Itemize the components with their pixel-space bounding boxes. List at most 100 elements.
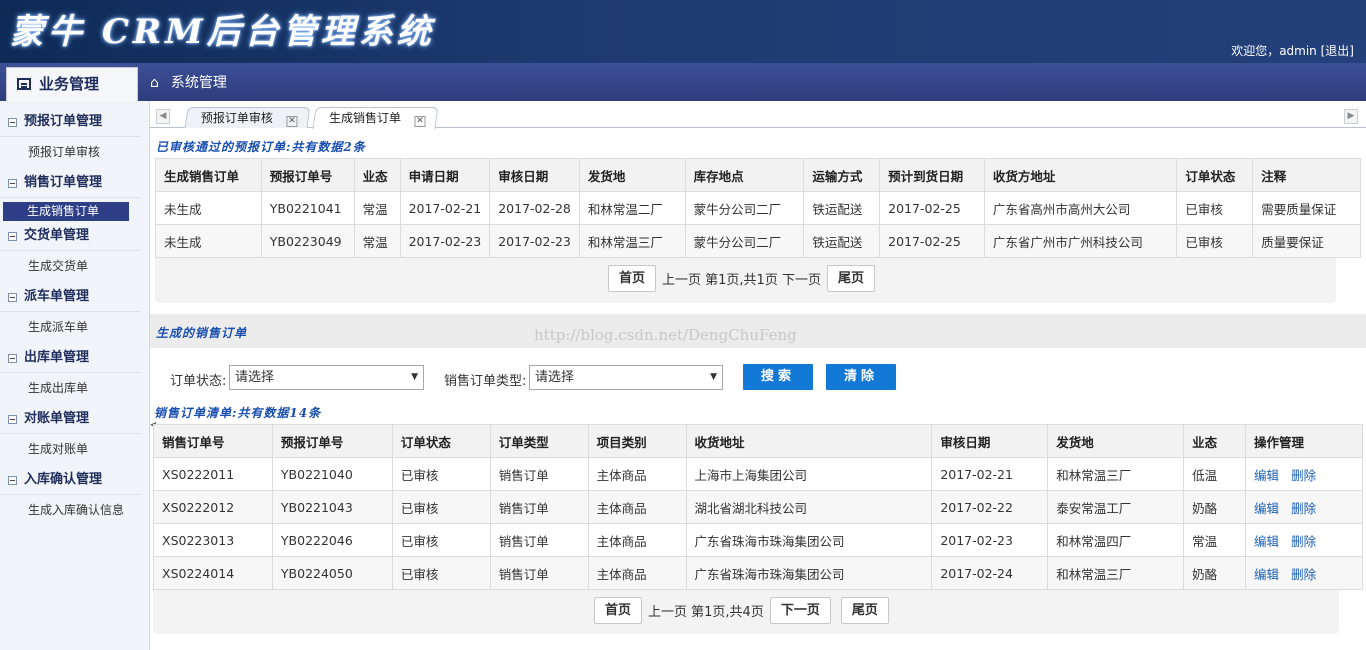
search-button[interactable]: 搜索 <box>743 364 813 390</box>
last-page-button[interactable]: 尾页 <box>826 265 875 292</box>
sidebar-item[interactable]: 生成销售订单 <box>3 202 129 221</box>
generate-status-link[interactable]: 未生成 <box>155 191 262 225</box>
first-page-button[interactable]: 首页 <box>608 265 657 292</box>
sales-orders-table: 销售订单号 预报订单号 订单状态 订单类型 项目类别 收货地址 审核日期 发货地 业态 操作管理 X… <box>153 424 1363 590</box>
table-cell: 常温 <box>1183 523 1247 557</box>
table-cell: YB0221040 <box>271 457 393 491</box>
sidebar-group[interactable]: 出库单管理 <box>0 343 141 373</box>
order-status-select[interactable]: 请选择 ▼ <box>229 365 424 390</box>
order-type-label: 销售订单类型: <box>444 374 527 389</box>
collapse-minus-icon[interactable] <box>8 354 17 363</box>
edit-link[interactable]: 编辑 <box>1254 567 1279 582</box>
edit-link[interactable]: 编辑 <box>1254 501 1279 516</box>
sidebar-group-label: 销售订单管理 <box>24 175 103 190</box>
order-status-value: 请选择 <box>235 370 275 385</box>
column-header: 订单类型 <box>489 424 589 458</box>
delete-link[interactable]: 删除 <box>1291 534 1316 549</box>
column-header: 项目类别 <box>587 424 687 458</box>
table-cell: 奶酪 <box>1183 556 1247 590</box>
table-cell: 需要质量保证 <box>1252 191 1361 225</box>
sidebar-item[interactable]: 生成派车单 <box>0 312 149 343</box>
last-page-button[interactable]: 尾页 <box>840 597 889 624</box>
table-cell: 和林常温四厂 <box>1047 523 1185 557</box>
collapse-minus-icon[interactable] <box>8 179 17 188</box>
table-cell: 和林常温三厂 <box>1047 457 1185 491</box>
collapse-minus-icon[interactable] <box>8 415 17 424</box>
table-cell: 质量要保证 <box>1252 224 1361 258</box>
column-header: 库存地点 <box>684 158 805 192</box>
table-cell: 主体商品 <box>587 457 687 491</box>
pager-2: 首页 上一页 第1页,共4页 下一页 尾页 <box>594 597 889 624</box>
table-cell: 和林常温三厂 <box>1047 556 1185 590</box>
nav-tab-system[interactable]: ⌂ 系统管理 <box>150 69 227 97</box>
edit-link[interactable]: 编辑 <box>1254 534 1279 549</box>
sidebar-group[interactable]: 预报订单管理 <box>0 107 141 137</box>
table-cell: 主体商品 <box>587 523 687 557</box>
sidebar-group[interactable]: 入库确认管理 <box>0 465 141 495</box>
table-cell: 已审核 <box>391 490 491 524</box>
table-row: XS0222012 YB0221043 已审核 销售订单 主体商品 湖北省湖北科技公司 20… <box>153 490 1363 524</box>
table-cell: YB0223049 <box>260 224 355 258</box>
column-header: 业态 <box>353 158 401 192</box>
sidebar-item[interactable]: 生成出库单 <box>0 373 149 404</box>
tab-generate-sales-order[interactable]: 生成销售订单 ✕ <box>312 107 439 129</box>
column-header: 发货地 <box>578 158 686 192</box>
collapse-minus-icon[interactable] <box>8 118 17 127</box>
order-type-value: 请选择 <box>535 370 575 385</box>
table-row: XS0222011 YB0221040 已审核 销售订单 主体商品 上海市上海集团公司 20… <box>153 457 1363 491</box>
table-cell: 蒙牛分公司二厂 <box>684 191 805 225</box>
table-cell: 销售订单 <box>489 490 589 524</box>
collapse-minus-icon[interactable] <box>8 232 17 241</box>
sidebar-item[interactable]: 预报订单审核 <box>0 137 149 168</box>
sidebar-group[interactable]: 对账单管理 <box>0 404 141 434</box>
first-page-button[interactable]: 首页 <box>594 597 643 624</box>
sidebar-group[interactable]: 销售订单管理 <box>0 168 141 198</box>
table-row: 未生成 YB0223049 常温 2017-02-23 2017-02-23 和林常温三厂… <box>155 224 1361 258</box>
actions-cell: 编辑 删除 <box>1245 457 1363 491</box>
delete-link[interactable]: 删除 <box>1291 468 1316 483</box>
table-cell: 2017-02-21 <box>931 457 1049 491</box>
actions-cell: 编辑 删除 <box>1245 490 1363 524</box>
table-cell: 泰安常温工厂 <box>1047 490 1185 524</box>
delete-link[interactable]: 删除 <box>1291 501 1316 516</box>
column-header: 审核日期 <box>931 424 1049 458</box>
generated-orders-title: 生成的销售订单 <box>156 326 248 340</box>
column-header: 操作管理 <box>1245 424 1363 458</box>
welcome-area: 欢迎您，admin [退出] <box>1231 42 1354 59</box>
column-header: 收货地址 <box>685 424 933 458</box>
column-header: 生成销售订单 <box>155 158 262 192</box>
sidebar-item[interactable]: 生成交货单 <box>0 251 149 282</box>
table-cell: 和林常温二厂 <box>578 191 686 225</box>
order-type-select[interactable]: 请选择 ▼ <box>529 365 723 390</box>
tab-forecast-review[interactable]: 预报订单审核 ✕ <box>184 107 311 128</box>
collapse-minus-icon[interactable] <box>8 476 17 485</box>
sidebar-group-label: 对账单管理 <box>24 411 90 426</box>
edit-link[interactable]: 编辑 <box>1254 468 1279 483</box>
table-header-row: 销售订单号 预报订单号 订单状态 订单类型 项目类别 收货地址 审核日期 发货地 业态 操作管理 <box>153 424 1363 458</box>
sales-order-list-title: 销售订单清单:共有数据14条 <box>154 406 322 420</box>
generate-status-link[interactable]: 未生成 <box>155 224 262 258</box>
close-icon[interactable]: ✕ <box>286 116 298 127</box>
sidebar-group-label: 交货单管理 <box>24 228 90 243</box>
sidebar-group-label: 出库单管理 <box>24 350 90 365</box>
tab-scroll-right-icon[interactable]: ▶ <box>1344 109 1358 124</box>
table-cell: 2017-02-23 <box>489 224 580 258</box>
clear-button[interactable]: 清除 <box>826 364 896 390</box>
table-cell: XS0224014 <box>153 556 273 590</box>
close-icon[interactable]: ✕ <box>414 116 426 127</box>
next-page-button[interactable]: 下一页 <box>769 597 831 624</box>
sidebar-group-label: 入库确认管理 <box>24 472 103 487</box>
sidebar-item[interactable]: 生成入库确认信息 <box>0 495 149 526</box>
column-header: 订单状态 <box>391 424 491 458</box>
sidebar-item[interactable]: 生成对账单 <box>0 434 149 465</box>
column-header: 发货地 <box>1047 424 1185 458</box>
logout-link[interactable]: [退出] <box>1321 44 1354 58</box>
table-cell: YB0222046 <box>271 523 393 557</box>
sidebar-group[interactable]: 交货单管理 <box>0 221 141 251</box>
delete-link[interactable]: 删除 <box>1291 567 1316 582</box>
sidebar-group[interactable]: 派车单管理 <box>0 282 141 312</box>
collapse-minus-icon[interactable] <box>8 293 17 302</box>
table-cell: 2017-02-28 <box>489 191 580 225</box>
tab-scroll-left-icon[interactable]: ◀ <box>156 109 170 124</box>
nav-tab-business[interactable]: 业务管理 <box>6 67 138 101</box>
